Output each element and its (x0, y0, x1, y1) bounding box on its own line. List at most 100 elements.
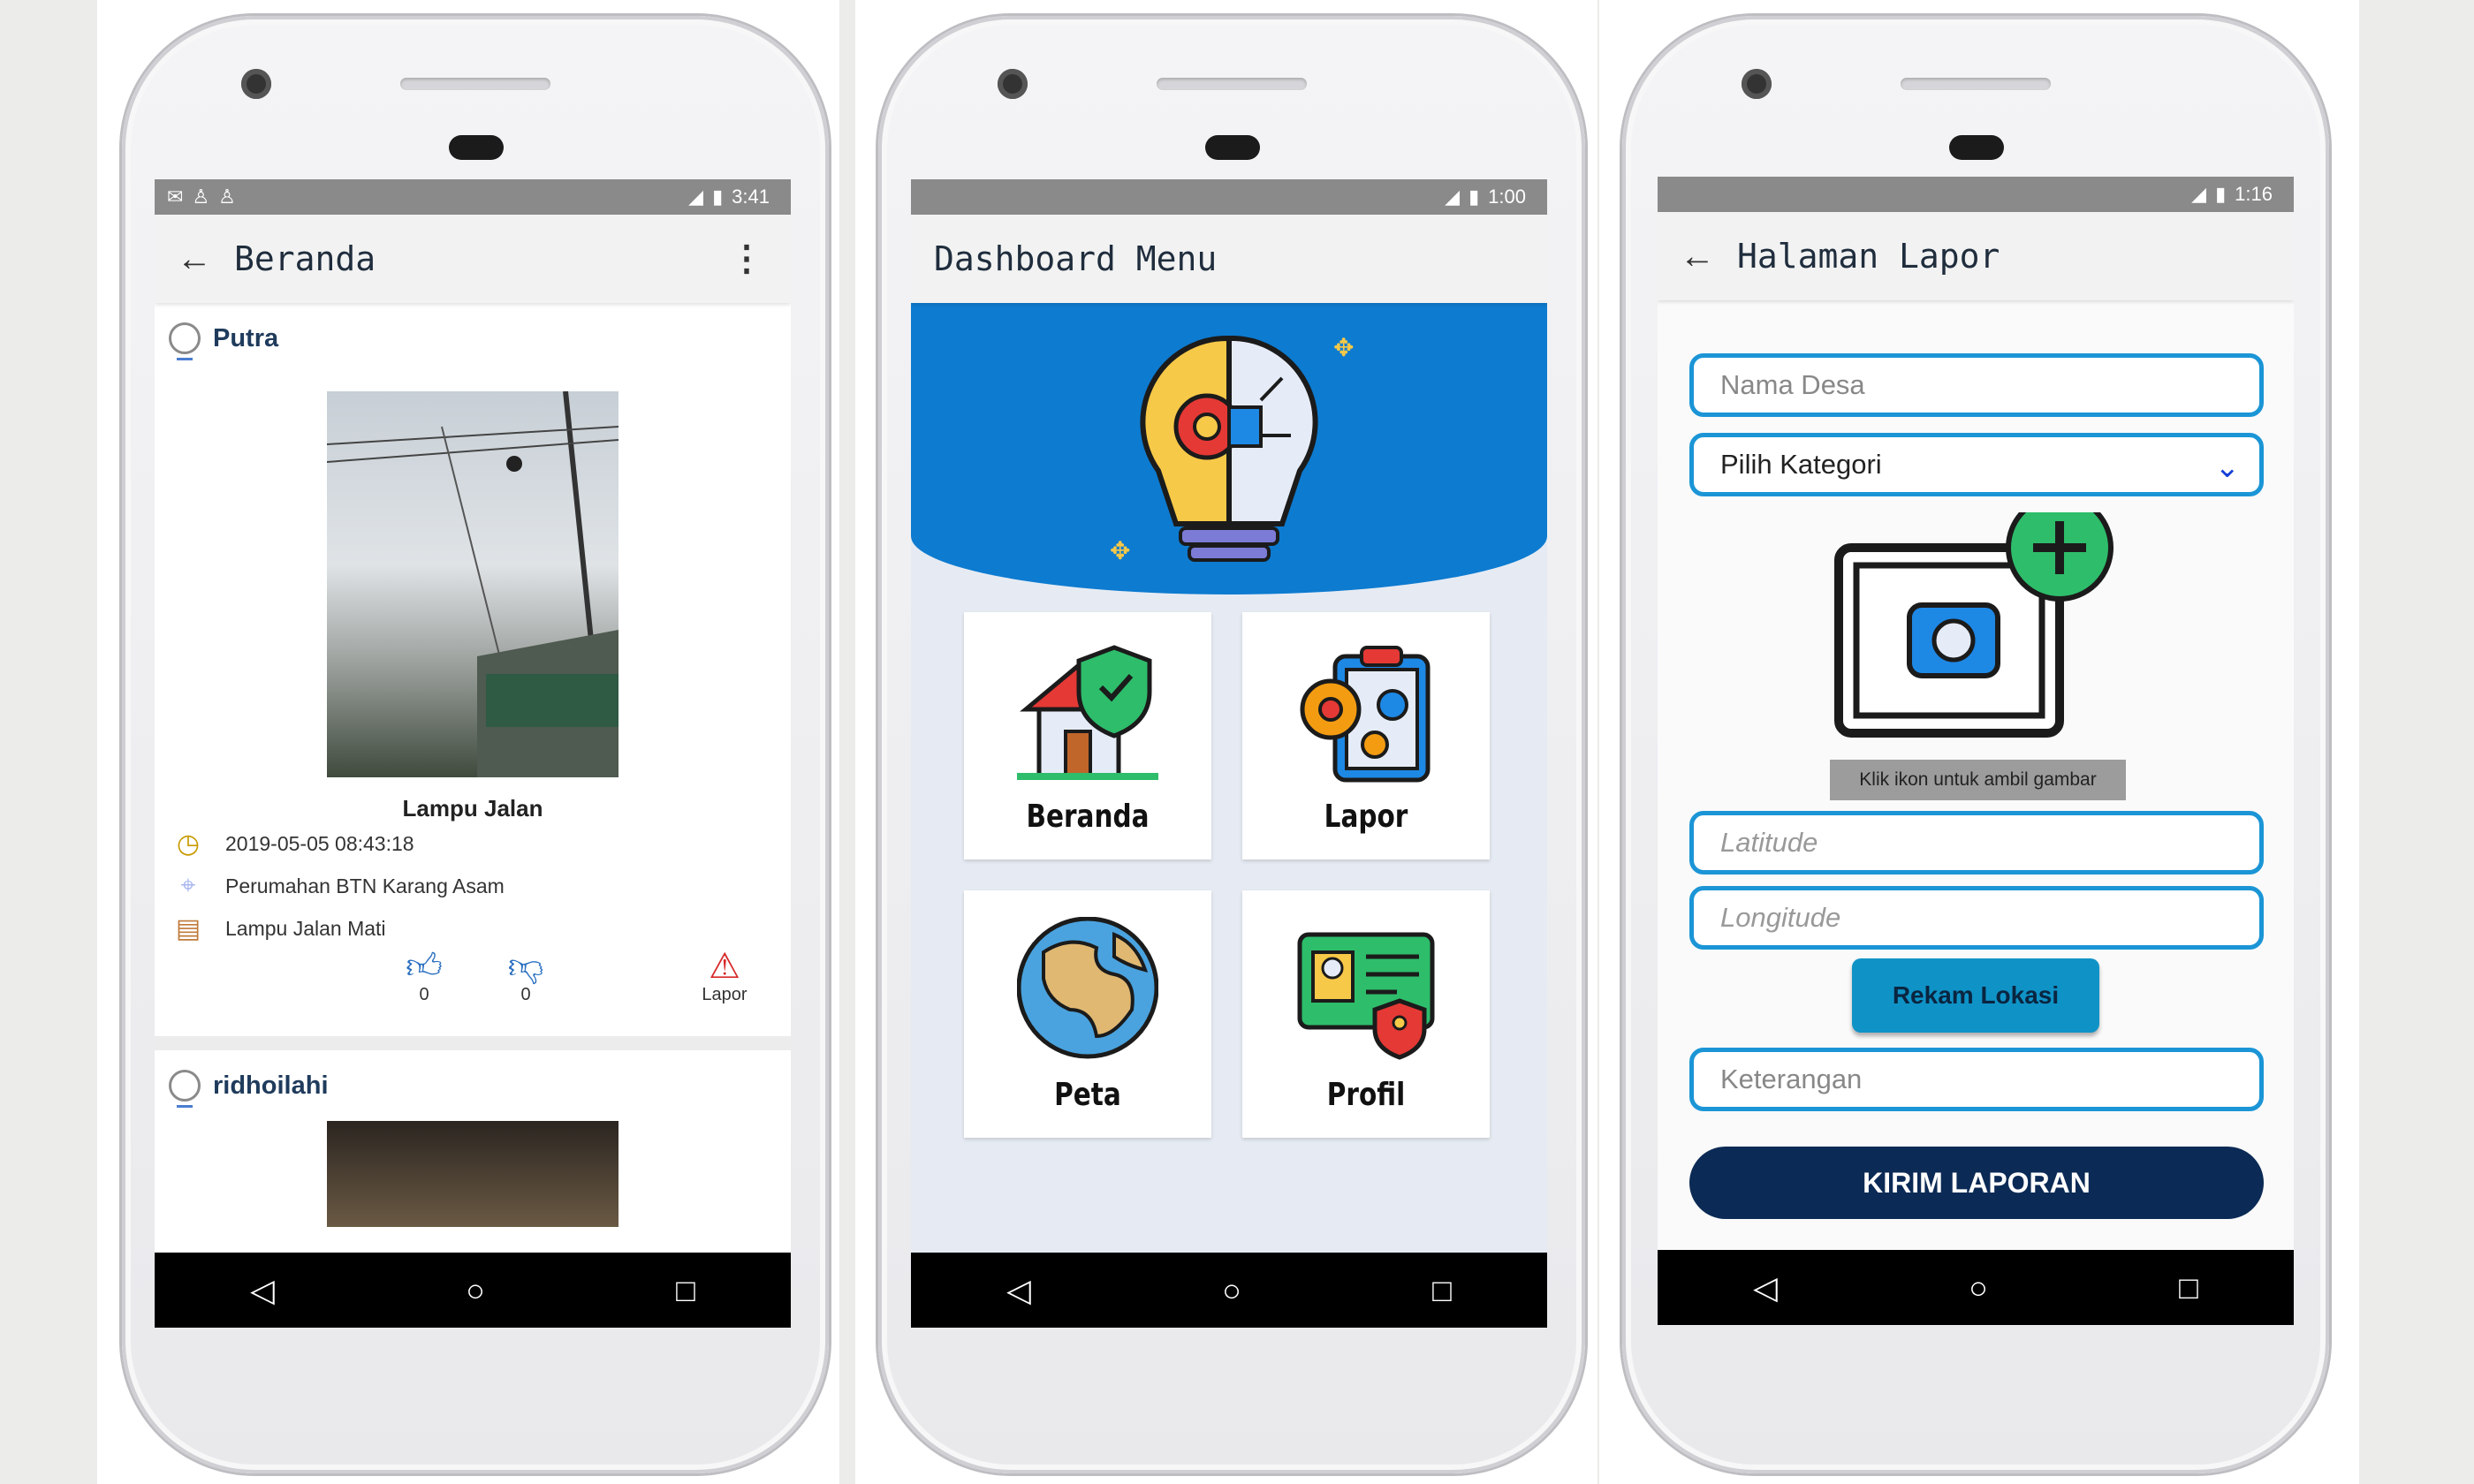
back-arrow-icon[interactable]: ← (155, 239, 234, 279)
proximity-sensor (1949, 135, 2004, 160)
screen-dashboard: ◢ ▮ 1:00 Dashboard Menu ✥ ✥ Beranda Lapo… (911, 179, 1547, 1328)
tile-label: Beranda (1026, 799, 1150, 835)
like-button[interactable]: 👍︎ 0 (398, 948, 451, 1005)
post-datetime-row: ◷ 2019-05-05 08:43:18 (171, 826, 414, 861)
tile-peta[interactable]: Peta (964, 890, 1211, 1138)
kategori-value: Pilih Kategori (1720, 449, 1882, 480)
status-bar: ◢ ▮ 1:16 (1658, 177, 2294, 212)
app-bar: ← Beranda ⋮ (155, 215, 791, 303)
house-shield-icon (1017, 645, 1158, 780)
post-user-name: ridhoilahi (213, 1071, 329, 1100)
street-lamp-photo-icon (326, 390, 619, 778)
battery-icon: ▮ (1468, 186, 1480, 208)
nav-recent-icon[interactable]: □ (1432, 1272, 1452, 1309)
longitude-input[interactable]: Longitude (1689, 886, 2264, 950)
system-icons: ◢ ▮ 3:41 (688, 186, 778, 208)
overflow-menu-icon[interactable]: ⋮ (729, 238, 764, 279)
nav-bar: ◁ ○ □ (1658, 1250, 2294, 1325)
post-location-row: ⌖ Perumahan BTN Karang Asam (171, 868, 505, 904)
image-hint-tooltip: Klik ikon untuk ambil gambar (1830, 760, 2126, 800)
kirim-laporan-button[interactable]: KIRIM LAPORAN (1689, 1147, 2264, 1219)
feed-list[interactable]: Putra Lampu Jalan ◷ 2019-05-05 08:43:18 … (155, 303, 791, 1253)
nav-bar: ◁ ○ □ (911, 1253, 1547, 1328)
nav-home-icon[interactable]: ○ (1222, 1272, 1241, 1309)
person-icon: ♙ (218, 186, 236, 208)
nav-recent-icon[interactable]: □ (676, 1272, 695, 1309)
report-label: Lapor (702, 985, 748, 1004)
globe-icon (1017, 917, 1158, 1059)
mail-icon: ✉ (167, 186, 184, 208)
notification-icons: ✉ ♙ ♙ (167, 186, 245, 208)
post-category-row: ▤ Lampu Jalan Mati (171, 911, 386, 946)
post-category: Lampu Jalan Mati (225, 916, 386, 940)
proximity-sensor (1205, 135, 1260, 160)
post-photo[interactable] (327, 1121, 618, 1227)
tile-label: Profil (1326, 1077, 1406, 1113)
report-button[interactable]: ⚠ Lapor (685, 948, 764, 1005)
battery-icon: ▮ (2215, 183, 2227, 205)
latitude-input[interactable]: Latitude (1689, 811, 2264, 874)
location-pin-icon: ⌖ (180, 871, 196, 900)
page-title: Beranda (234, 239, 376, 278)
signal-icon: ◢ (688, 186, 704, 208)
keterangan-input[interactable]: Keterangan (1689, 1048, 2264, 1111)
earpiece-speaker (1157, 78, 1307, 90)
phone-dashboard: ◢ ▮ 1:00 Dashboard Menu ✥ ✥ Beranda Lapo… (878, 16, 1585, 1473)
kategori-select[interactable]: Pilih Kategori ⌄ (1689, 433, 2264, 496)
dashboard-banner: ✥ ✥ (911, 303, 1547, 594)
chevron-down-icon: ⌄ (2214, 450, 2241, 484)
signal-icon: ◢ (2191, 183, 2207, 205)
nav-back-icon[interactable]: ◁ (1753, 1269, 1778, 1306)
thumbs-up-icon: 👍︎ (406, 947, 443, 986)
tile-profil[interactable]: Profil (1242, 890, 1490, 1138)
warning-icon: ⚠ (709, 947, 740, 986)
rekam-lokasi-button[interactable]: Rekam Lokasi (1852, 958, 2099, 1033)
earpiece-speaker (1901, 78, 2051, 90)
screen-lapor: ◢ ▮ 1:16 ← Halaman Lapor Nama Desa Pilih K… (1658, 177, 2294, 1325)
post-photo[interactable] (326, 390, 619, 778)
status-bar: ◢ ▮ 1:00 (911, 179, 1547, 215)
earpiece-speaker (400, 78, 550, 90)
lightbulb-gear-icon: ✥ ✥ (1110, 334, 1354, 564)
svg-text:✥: ✥ (1333, 334, 1354, 361)
add-photo-button[interactable] (1825, 494, 2126, 742)
nav-home-icon[interactable]: ○ (466, 1272, 485, 1309)
post-user-row: Putra (155, 303, 791, 374)
signal-icon: ◢ (1445, 186, 1461, 208)
phone-beranda: ✉ ♙ ♙ ◢ ▮ 3:41 ← Beranda ⋮ Putra Lampu J… (122, 16, 829, 1473)
id-card-icon (1297, 932, 1435, 1060)
camera-add-icon (1834, 494, 2114, 738)
dislike-count: 0 (520, 985, 531, 1004)
post-caption: Lampu Jalan (402, 795, 543, 822)
svg-text:✥: ✥ (1110, 537, 1130, 564)
page-title: Dashboard Menu (934, 239, 1218, 278)
status-time: 3:41 (732, 186, 770, 208)
user-avatar-icon (169, 322, 201, 360)
dislike-button[interactable]: 👎︎ 0 (499, 948, 552, 1005)
post-card: Putra Lampu Jalan ◷ 2019-05-05 08:43:18 … (155, 303, 791, 1036)
nav-bar: ◁ ○ □ (155, 1253, 791, 1328)
system-icons: ◢ ▮ 1:16 (2191, 183, 2281, 206)
nav-back-icon[interactable]: ◁ (250, 1272, 275, 1309)
proximity-sensor (449, 135, 504, 160)
front-camera (241, 69, 271, 99)
post-user-name: Putra (213, 323, 279, 352)
nav-recent-icon[interactable]: □ (2179, 1269, 2198, 1306)
clipboard-gear-icon (1300, 646, 1431, 783)
front-camera (998, 69, 1028, 99)
user-avatar-icon (169, 1070, 201, 1108)
status-bar: ✉ ♙ ♙ ◢ ▮ 3:41 (155, 179, 791, 215)
back-arrow-icon[interactable]: ← (1658, 237, 1737, 276)
status-time: 1:16 (2235, 183, 2273, 205)
nama-desa-input[interactable]: Nama Desa (1689, 353, 2264, 417)
thumbs-down-icon: 👎︎ (507, 947, 544, 986)
system-icons: ◢ ▮ 1:00 (1445, 186, 1535, 208)
nav-home-icon[interactable]: ○ (1969, 1269, 1988, 1306)
tile-label: Lapor (1324, 799, 1408, 835)
clock-icon: ◷ (176, 829, 201, 859)
nav-back-icon[interactable]: ◁ (1006, 1272, 1031, 1309)
tile-lapor[interactable]: Lapor (1242, 612, 1490, 859)
person-icon: ♙ (192, 186, 210, 208)
post-card: ridhoilahi (155, 1050, 791, 1253)
tile-beranda[interactable]: Beranda (964, 612, 1211, 859)
